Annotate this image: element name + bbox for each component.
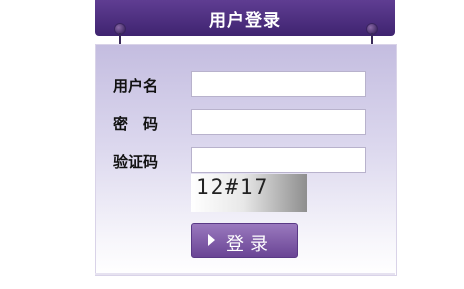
captcha-image[interactable]: 12#17 xyxy=(191,174,307,212)
password-field[interactable] xyxy=(191,109,366,135)
captcha-field[interactable] xyxy=(191,147,366,173)
login-header: 用户登录 xyxy=(95,0,395,36)
login-button[interactable]: 登录 xyxy=(191,223,298,258)
password-label: 密 码 xyxy=(113,115,159,133)
login-widget: 用户登录 用户名 密 码 验证码 12#17 登录 xyxy=(0,0,464,289)
play-arrow-icon xyxy=(208,234,215,246)
captcha-label: 验证码 xyxy=(113,153,159,171)
username-field[interactable] xyxy=(191,71,366,97)
header-title: 用户登录 xyxy=(209,11,281,31)
login-button-label: 登录 xyxy=(226,234,274,255)
username-label: 用户名 xyxy=(113,77,159,95)
panel-bottom-divider xyxy=(95,273,395,275)
